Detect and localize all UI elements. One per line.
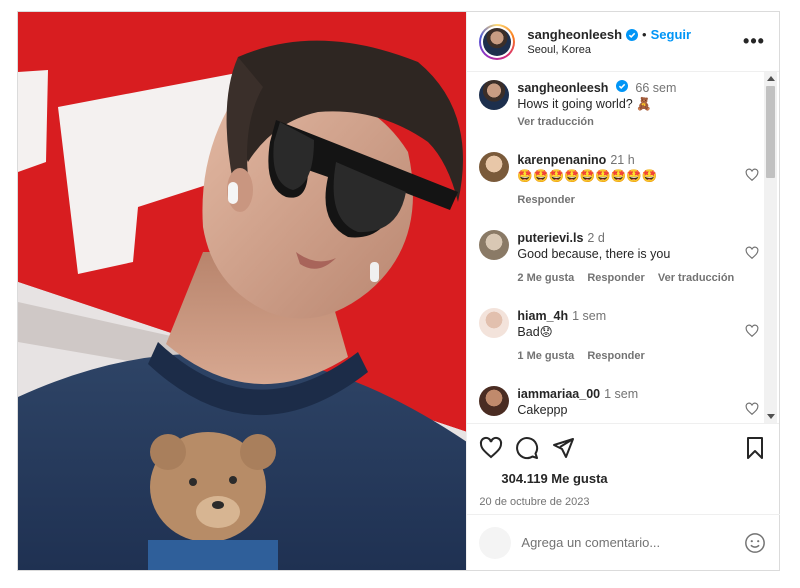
comment-icon[interactable] [515,436,539,460]
comment-time[interactable]: 2 d [587,231,604,245]
comment-like-heart-icon[interactable] [745,168,759,182]
post-side-panel: sangheonleesh • Seguir Seoul, Korea ••• [466,12,781,570]
comment-text: Cakeppp [517,403,568,417]
caption-avatar[interactable] [479,80,510,110]
comment-item: puterievi.ls 2 d Good because, there is y… [479,230,759,286]
comment-time[interactable]: 1 sem [604,387,638,401]
comment-likes-count[interactable]: 2 Me gusta [517,272,574,284]
comment-text: 🤩🤩🤩🤩🤩🤩🤩🤩🤩 [517,169,658,183]
more-options-icon[interactable]: ••• [743,31,765,52]
comment-likes-count[interactable]: 1 Me gusta [517,350,574,362]
post-location[interactable]: Seoul, Korea [527,44,743,56]
emoji-picker-icon[interactable] [744,532,766,554]
comment-username[interactable]: iammariaa_00 [517,387,600,401]
commenter-avatar[interactable] [479,152,510,182]
post-photo[interactable] [18,12,467,570]
author-avatar[interactable] [479,23,516,60]
scroll-up-arrow-icon[interactable] [767,76,775,81]
follow-button[interactable]: Seguir [651,27,691,42]
reply-button[interactable]: Responder [587,272,644,284]
comment-username[interactable]: hiam_4h [517,309,568,323]
verified-badge-icon [615,80,628,92]
post-header: sangheonleesh • Seguir Seoul, Korea ••• [467,12,779,72]
comment-text: Good because, there is you [517,247,671,261]
comments-scrollbar[interactable] [764,72,777,423]
comment-time[interactable]: 21 h [610,153,634,167]
comment-item: iammariaa_00 1 sem Cakeppp [479,386,759,418]
comment-like-heart-icon[interactable] [745,324,759,338]
caption-translate: Ver traducción [517,114,759,130]
reply-button[interactable]: Responder [517,194,574,206]
add-comment-bar [467,514,781,570]
instagram-post-dialog: sangheonleesh • Seguir Seoul, Korea ••• [17,11,781,571]
comment-like-heart-icon[interactable] [745,402,759,416]
post-actions: 304.119 Me gusta 20 de octubre de 2023 [467,423,779,520]
post-date[interactable]: 20 de octubre de 2023 [479,496,767,508]
comment-item: hiam_4h 1 sem Bad😟 1 Me gusta Responder [479,308,759,364]
reply-button[interactable]: Responder [587,350,644,362]
caption-time[interactable]: 66 sem [635,81,676,95]
scroll-down-arrow-icon[interactable] [767,414,775,419]
comment-item: karenpenanino 21 h 🤩🤩🤩🤩🤩🤩🤩🤩🤩 Responder [479,152,759,208]
caption-username[interactable]: sangheonleesh [517,81,608,95]
comment-like-heart-icon[interactable] [745,246,759,260]
comments-list: sangheonleesh 66 sem Hows it going world… [467,72,779,423]
scrollbar-thumb[interactable] [766,86,775,178]
comment-time[interactable]: 1 sem [572,309,606,323]
caption-text: Hows it going world? 🧸 [517,97,652,111]
likes-count[interactable]: 304.119 Me gusta [501,471,607,486]
selfie-image [18,12,467,570]
comment-text: Bad😟 [517,325,553,339]
like-heart-icon[interactable] [479,436,503,460]
share-send-icon[interactable] [551,436,575,460]
comment-username[interactable]: puterievi.ls [517,231,583,245]
save-bookmark-icon[interactable] [743,436,767,460]
author-username[interactable]: sangheonleesh [527,27,622,42]
commenter-avatar[interactable] [479,230,510,260]
comment-input[interactable] [521,535,745,550]
translate-link[interactable]: Ver traducción [517,116,593,128]
verified-badge-icon [626,28,639,41]
liker-avatar-placeholder [479,468,499,488]
commenter-avatar[interactable] [479,308,510,338]
current-user-avatar [479,526,512,559]
comment-username[interactable]: karenpenanino [517,153,606,167]
translate-link[interactable]: Ver traducción [658,272,734,284]
dot-separator: • [642,27,647,42]
commenter-avatar[interactable] [479,386,510,416]
caption: sangheonleesh 66 sem Hows it going world… [479,80,759,130]
